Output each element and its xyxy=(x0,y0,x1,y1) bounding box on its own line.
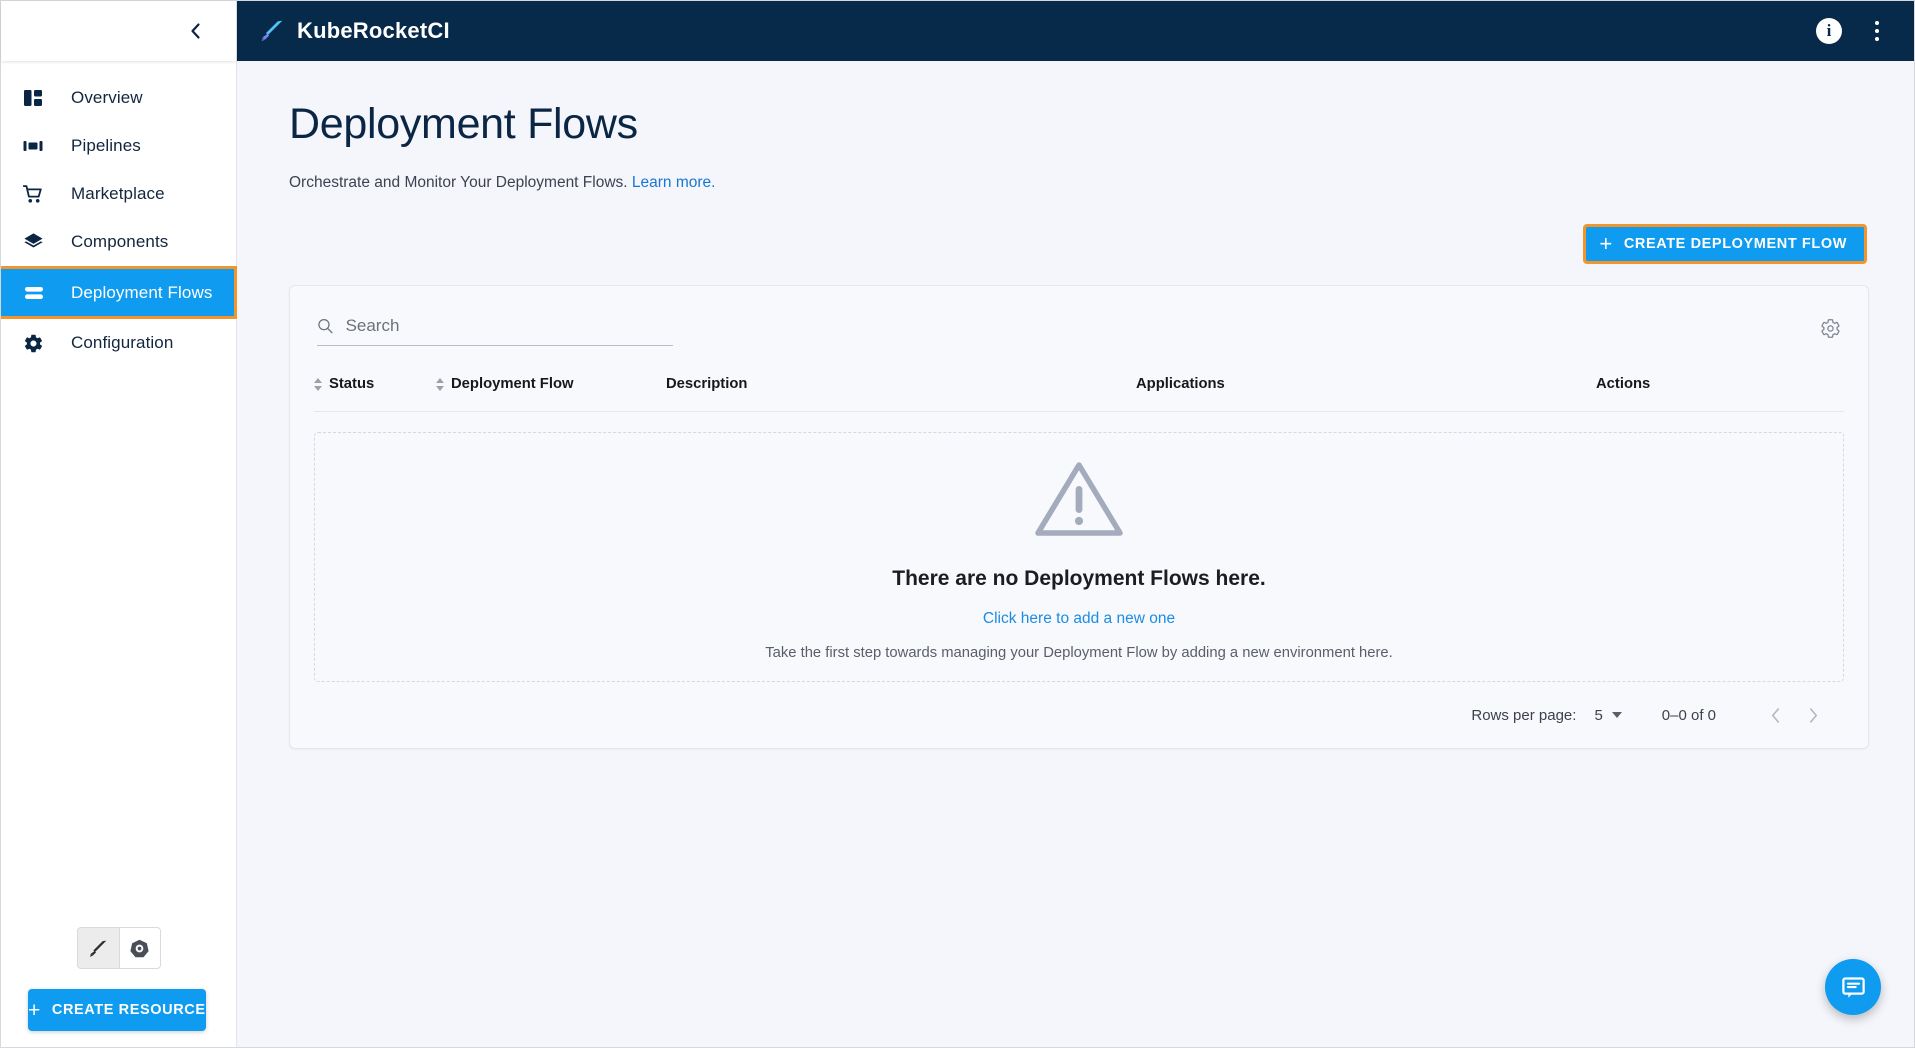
table-head: Status Deployment Flow Description Appli… xyxy=(314,376,1844,413)
sidebar-item-pipelines[interactable]: Pipelines xyxy=(1,122,236,170)
plus-icon: + xyxy=(1599,231,1613,257)
sidebar-footer: + CREATE RESOURCE xyxy=(1,927,236,1047)
brand-title: KubeRocketCI xyxy=(297,18,450,43)
sidebar-item-marketplace[interactable]: Marketplace xyxy=(1,170,236,218)
pagination-prev-button[interactable] xyxy=(1756,696,1794,734)
shopping-cart-icon xyxy=(13,184,55,205)
create-resource-button[interactable]: + CREATE RESOURCE xyxy=(28,989,206,1031)
sidebar-header xyxy=(1,1,236,61)
sidebar-item-overview[interactable]: Overview xyxy=(1,74,236,122)
column-header-actions: Actions xyxy=(1596,376,1844,413)
card-toolbar xyxy=(314,310,1844,347)
kubernetes-toggle[interactable] xyxy=(118,927,161,969)
sort-toggle-deployment-flow[interactable] xyxy=(436,377,444,391)
deployment-flows-icon xyxy=(13,282,55,304)
table-pagination: Rows per page: 5 0–0 of 0 xyxy=(314,682,1844,748)
action-row: + CREATE DEPLOYMENT FLOW xyxy=(289,224,1869,265)
plus-icon: + xyxy=(28,998,41,1022)
sort-toggle-status[interactable] xyxy=(314,377,322,391)
empty-state-title: There are no Deployment Flows here. xyxy=(892,567,1266,591)
page-subtitle: Orchestrate and Monitor Your Deployment … xyxy=(289,174,1869,192)
deployment-flows-card: Status Deployment Flow Description Appli… xyxy=(289,285,1869,750)
platform-toggle-group xyxy=(1,927,236,969)
table-settings-button[interactable] xyxy=(1820,316,1841,344)
rows-per-page-select[interactable]: 5 xyxy=(1594,706,1622,724)
create-deployment-flow-button[interactable]: + CREATE DEPLOYMENT FLOW xyxy=(1583,224,1867,265)
warning-triangle-icon xyxy=(1035,462,1123,537)
column-header-applications: Applications xyxy=(1136,376,1596,413)
search-field xyxy=(317,316,673,347)
page-title: Deployment Flows xyxy=(289,100,638,148)
empty-state-hint: Take the first step towards managing you… xyxy=(765,645,1393,662)
topbar: KubeRocketCI i xyxy=(237,1,1914,61)
info-glyph: i xyxy=(1826,21,1832,40)
sidebar-item-deployment-flows[interactable]: Deployment Flows xyxy=(1,266,237,319)
sidebar-item-label: Overview xyxy=(71,88,143,107)
gear-icon xyxy=(1821,319,1840,339)
create-resource-label: CREATE RESOURCE xyxy=(51,1002,206,1018)
chevron-left-icon xyxy=(1771,708,1779,723)
page-subtitle-text: Orchestrate and Monitor Your Deployment … xyxy=(289,174,628,192)
chat-fab-button[interactable] xyxy=(1825,959,1881,1015)
column-label: Status xyxy=(329,376,375,393)
chevron-left-icon xyxy=(190,23,200,39)
column-header-status[interactable]: Status xyxy=(314,376,436,413)
sidebar-item-label: Pipelines xyxy=(71,136,141,155)
search-input[interactable] xyxy=(345,316,673,337)
layers-icon xyxy=(13,232,55,253)
column-label: Description xyxy=(666,376,748,393)
pagination-range-label: 0–0 of 0 xyxy=(1661,706,1716,724)
info-icon[interactable]: i xyxy=(1816,18,1842,44)
kuberocket-sword-icon xyxy=(89,940,106,957)
sidebar-item-label: Components xyxy=(71,232,169,251)
topbar-actions: i xyxy=(1816,18,1890,44)
column-header-description: Description xyxy=(666,376,1136,413)
kuberocket-sword-icon xyxy=(261,20,283,42)
gear-icon xyxy=(13,333,55,354)
rows-per-page-value: 5 xyxy=(1594,706,1603,724)
column-label: Deployment Flow xyxy=(451,376,574,393)
sidebar-collapse-button[interactable] xyxy=(182,18,208,44)
search-icon xyxy=(318,319,333,334)
pipelines-icon xyxy=(13,136,55,156)
sidebar-item-label: Deployment Flows xyxy=(71,282,213,302)
chevron-right-icon xyxy=(1809,708,1817,723)
create-deployment-flow-label: CREATE DEPLOYMENT FLOW xyxy=(1623,236,1847,253)
chat-message-icon xyxy=(1841,976,1865,998)
kuberocket-sword-toggle[interactable] xyxy=(76,927,119,969)
chevron-down-icon xyxy=(1611,712,1622,719)
empty-state: There are no Deployment Flows here. Clic… xyxy=(314,432,1844,683)
sidebar-item-configuration[interactable]: Configuration xyxy=(1,319,236,367)
pagination-next-button[interactable] xyxy=(1794,696,1832,734)
kubernetes-icon xyxy=(130,939,149,957)
more-vertical-icon[interactable] xyxy=(1864,18,1890,44)
brand[interactable]: KubeRocketCI xyxy=(259,18,450,44)
empty-state-add-link[interactable]: Click here to add a new one xyxy=(983,610,1175,628)
sidebar-item-label: Configuration xyxy=(71,333,174,352)
table-header-row: Status Deployment Flow Description Appli… xyxy=(314,376,1844,413)
app-window: Overview Pipelines Marketplace Component… xyxy=(0,0,1915,1048)
sidebar-item-components[interactable]: Components xyxy=(1,218,236,266)
main-area: KubeRocketCI i Deployment Flows Orchestr… xyxy=(237,1,1914,1047)
sidebar: Overview Pipelines Marketplace Component… xyxy=(1,1,237,1047)
column-header-deployment-flow[interactable]: Deployment Flow xyxy=(436,376,666,413)
rows-per-page-label: Rows per page: xyxy=(1471,706,1577,724)
learn-more-link[interactable]: Learn more. xyxy=(632,174,716,191)
deployment-flows-table: Status Deployment Flow Description Appli… xyxy=(314,376,1844,413)
sidebar-nav: Overview Pipelines Marketplace Component… xyxy=(1,61,237,927)
page-content: Deployment Flows Orchestrate and Monitor… xyxy=(237,61,1914,1047)
column-label: Actions xyxy=(1596,376,1651,393)
column-label: Applications xyxy=(1136,376,1225,393)
sidebar-item-label: Marketplace xyxy=(71,184,165,203)
dashboard-icon xyxy=(13,88,55,108)
